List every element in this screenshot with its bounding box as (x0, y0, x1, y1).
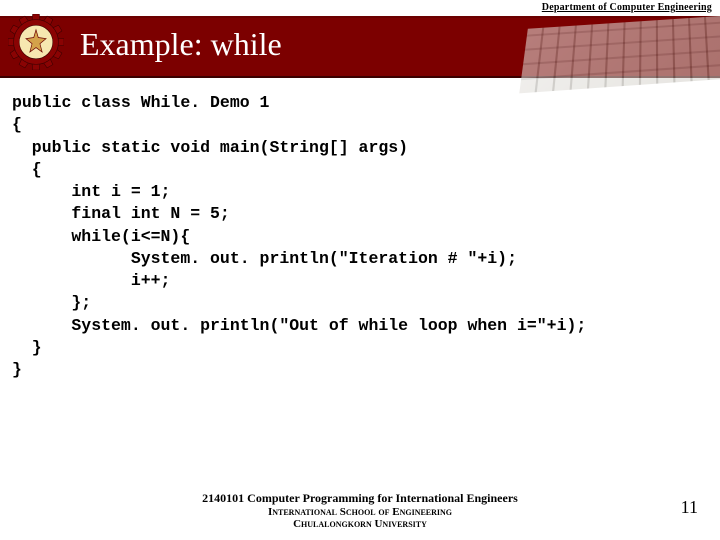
footer-course: 2140101 Computer Programming for Interna… (0, 491, 720, 506)
slide-header: Department of Computer Engineering (0, 0, 720, 78)
footer-school: International School of Engineering (0, 506, 720, 518)
gear-icon (8, 14, 64, 70)
page-number: 11 (681, 497, 698, 518)
department-label: Department of Computer Engineering (0, 0, 720, 16)
footer-university: Chulalongkorn University (0, 518, 720, 530)
slide-title: Example: while (80, 26, 282, 63)
code-sample: public class While. Demo 1 { public stat… (0, 78, 720, 381)
slide-footer: 2140101 Computer Programming for Interna… (0, 491, 720, 530)
